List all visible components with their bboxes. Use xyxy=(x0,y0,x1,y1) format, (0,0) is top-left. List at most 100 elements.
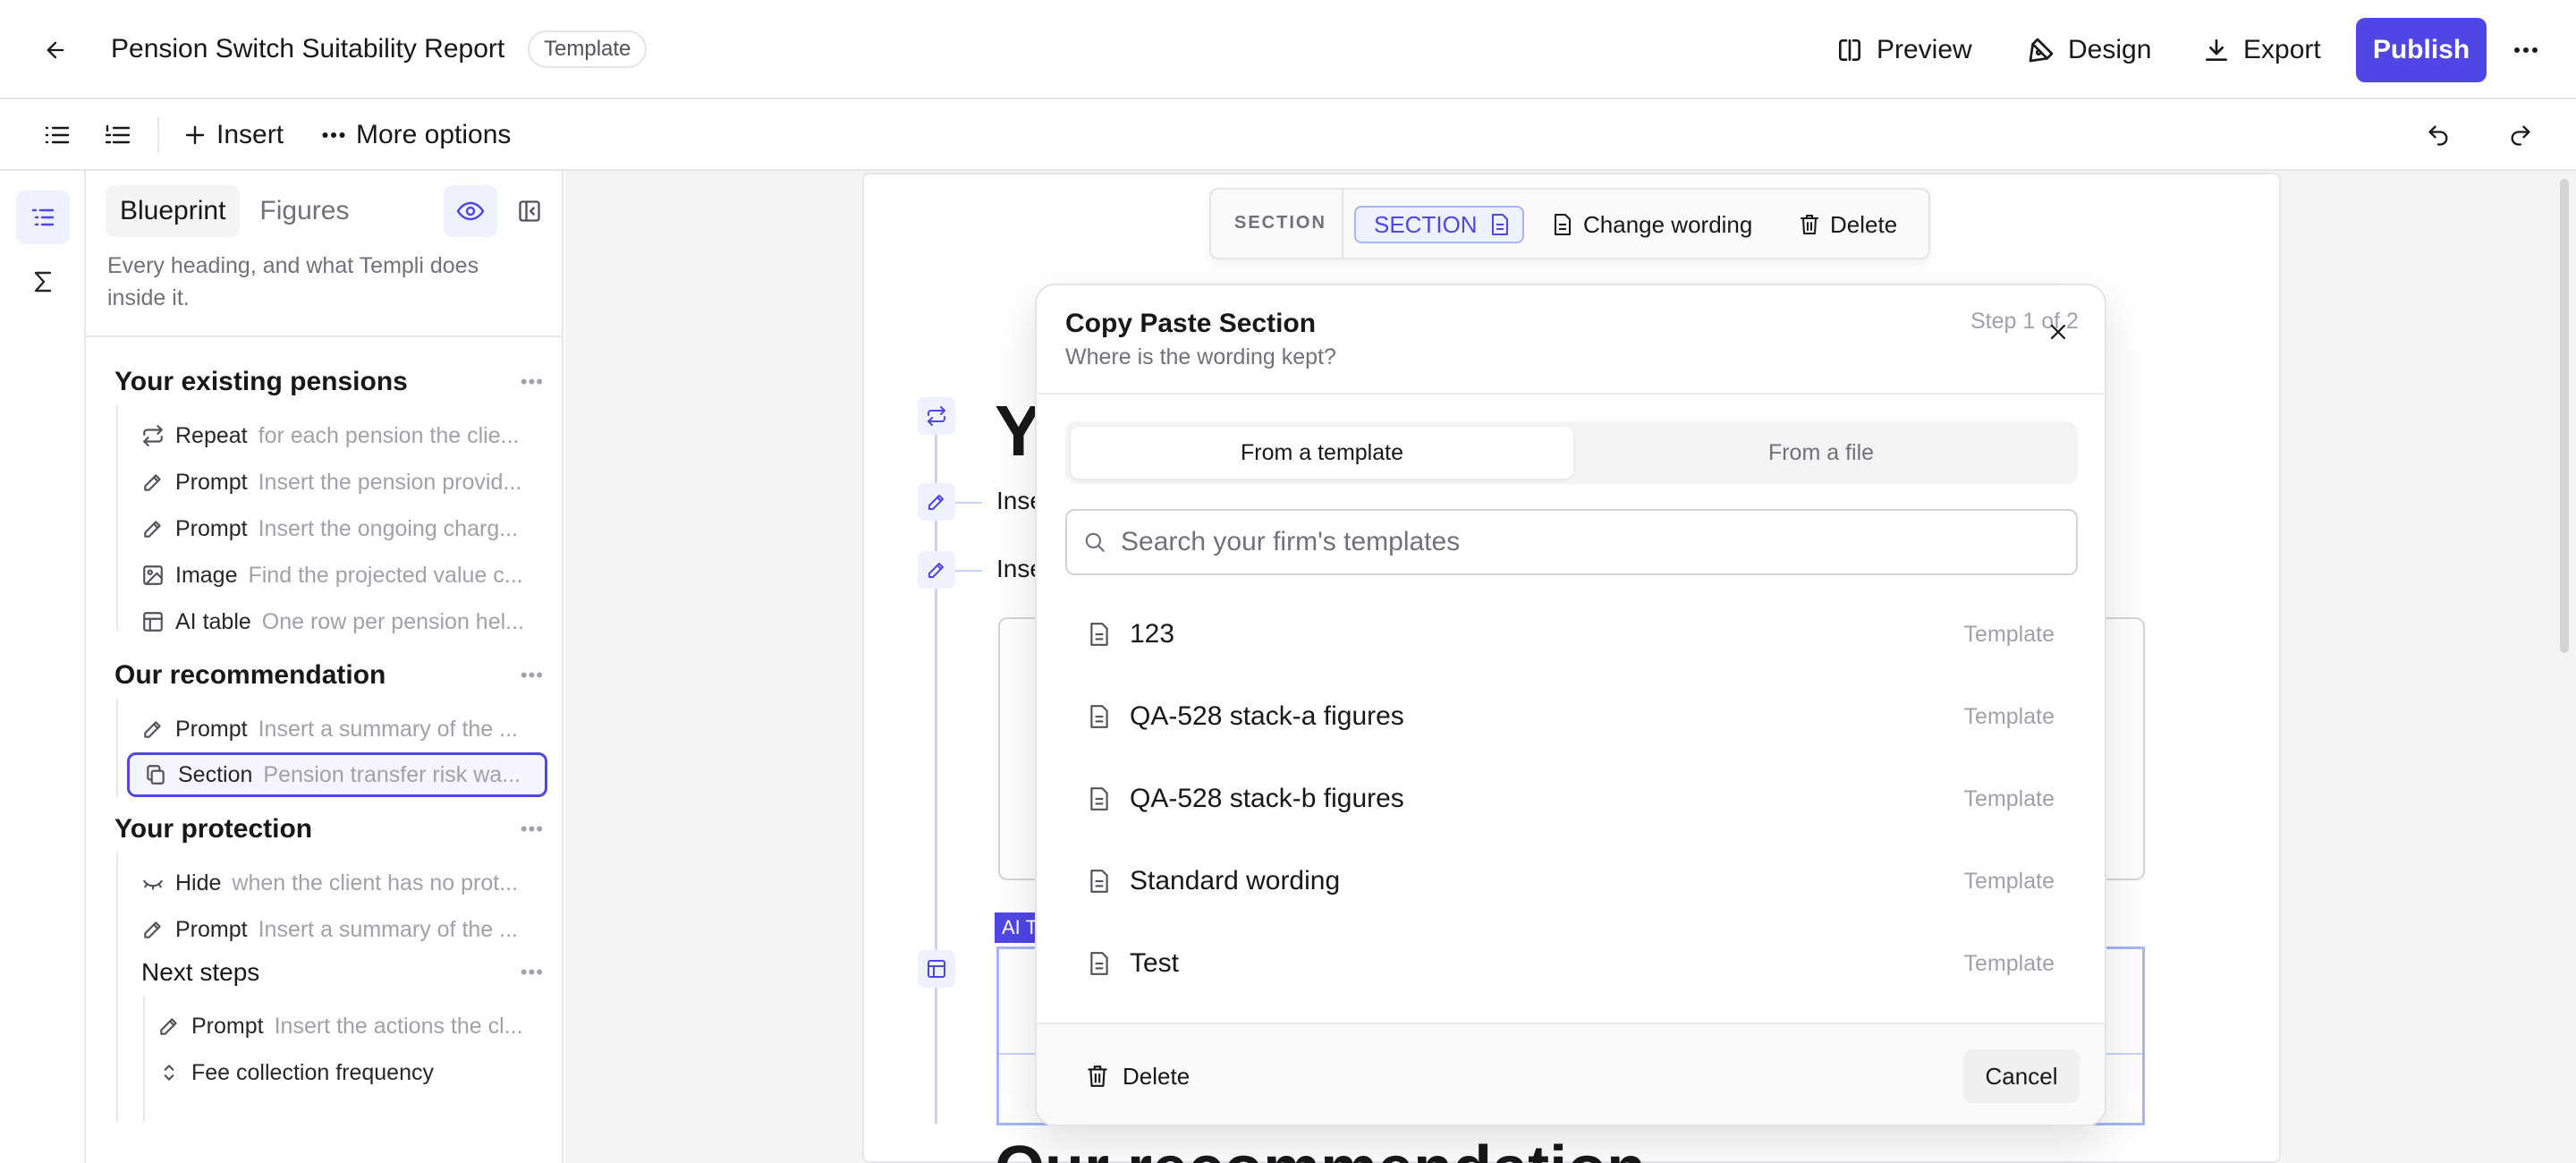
design-button[interactable]: Design xyxy=(2027,27,2151,73)
ordered-list-button[interactable] xyxy=(98,117,138,153)
template-list-item[interactable]: QA-528 stack-b figures Template xyxy=(1065,762,2078,836)
dialog-subtitle: Where is the wording kept? xyxy=(1065,344,1336,369)
header-more-button[interactable] xyxy=(2504,32,2547,68)
blueprint-item-prompt[interactable]: Prompt Insert the ongoing charg... xyxy=(141,507,544,550)
blueprint-item-prompt[interactable]: Prompt Insert a summary of the ... xyxy=(141,908,544,951)
template-kind: Template xyxy=(1963,621,2055,647)
preview-icon xyxy=(1839,39,1860,61)
back-button[interactable] xyxy=(36,32,75,68)
gutter-prompt-handle[interactable] xyxy=(918,483,955,521)
more-horizontal-icon xyxy=(322,132,345,138)
item-kind: Repeat xyxy=(175,422,248,448)
section-more-icon[interactable]: ••• xyxy=(521,664,544,687)
template-search-input[interactable] xyxy=(1121,527,2015,557)
blueprint-item-image[interactable]: Image Find the projected value c... xyxy=(141,554,544,597)
export-button[interactable]: Export xyxy=(2202,27,2321,73)
rail-outline-button[interactable] xyxy=(16,191,70,244)
rail-formulas-button[interactable] xyxy=(16,255,70,309)
template-list-item[interactable]: Standard wording Template xyxy=(1065,845,2078,918)
dialog-footer: Delete Cancel xyxy=(1037,1024,2105,1125)
blueprint-item-prompt[interactable]: Prompt Insert the actions the cl... xyxy=(157,1005,544,1048)
gutter-repeat-handle[interactable] xyxy=(918,397,955,435)
app-header: Pension Switch Suitability Report Templa… xyxy=(0,0,2576,99)
document-icon xyxy=(1491,214,1508,235)
template-list-item[interactable]: 123 Template xyxy=(1065,598,2078,671)
section-chip[interactable]: SECTION xyxy=(1354,206,1524,243)
template-list-item[interactable]: QA-528 stack-a figures Template xyxy=(1065,680,2078,753)
redo-button[interactable] xyxy=(2501,117,2540,153)
item-text: Pension transfer risk wa... xyxy=(263,761,521,787)
blueprint-panel: Blueprint Figures Every heading, and wha… xyxy=(86,171,564,1163)
tab-blueprint[interactable]: Blueprint xyxy=(106,185,241,237)
section-delete-button[interactable]: Delete xyxy=(1800,206,1897,243)
blueprint-item-ai-table[interactable]: AI table One row per pension hel... xyxy=(141,600,544,643)
blueprint-item-prompt[interactable]: Prompt Insert the pension provid... xyxy=(141,461,544,504)
template-list-item[interactable]: Test Template xyxy=(1065,927,2078,1000)
pencil-icon xyxy=(144,474,161,491)
dialog-delete-button[interactable]: Delete xyxy=(1087,1058,1190,1094)
section-title: Your protection xyxy=(114,814,313,844)
change-wording-label: Change wording xyxy=(1583,210,1753,238)
insert-button[interactable]: Insert xyxy=(184,115,284,155)
preview-label: Preview xyxy=(1877,35,1972,64)
dialog-close-button[interactable] xyxy=(2040,314,2076,350)
item-kind: Prompt xyxy=(175,469,248,495)
blueprint-section-existing-pensions[interactable]: Your existing pensions ••• xyxy=(114,362,562,402)
collapse-panel-button[interactable] xyxy=(506,185,553,237)
tab-from-file[interactable]: From a file xyxy=(1570,427,2072,479)
template-kind: Template xyxy=(1963,868,2055,894)
preview-button[interactable]: Preview xyxy=(1835,27,1972,73)
export-label: Export xyxy=(2243,35,2321,64)
document-icon xyxy=(1090,705,1108,728)
outline-icon xyxy=(31,208,55,226)
blueprint-item-hide[interactable]: Hide when the client has no prot... xyxy=(141,862,544,904)
blueprint-item-prompt[interactable]: Prompt Insert a summary of the ... xyxy=(141,708,544,751)
section-chip-label: SECTION xyxy=(1374,210,1478,238)
publish-button[interactable]: Publish xyxy=(2356,18,2487,82)
blueprint-item-section-selected[interactable]: Section Pension transfer risk wa... xyxy=(127,752,547,797)
toggle-visibility-button[interactable] xyxy=(444,185,497,237)
section-more-icon[interactable]: ••• xyxy=(521,818,544,841)
section-more-icon[interactable]: ••• xyxy=(521,370,544,394)
document-title: Pension Switch Suitability Report xyxy=(111,34,505,64)
item-text: Find the projected value c... xyxy=(248,562,523,588)
trash-icon xyxy=(1801,215,1818,234)
canvas-scrollbar[interactable] xyxy=(2560,179,2569,653)
repeat-icon xyxy=(928,406,945,426)
item-text: Insert a summary of the ... xyxy=(258,716,518,742)
document-heading[interactable]: Our recommendation xyxy=(995,1133,1646,1163)
gutter-table-handle[interactable] xyxy=(918,950,955,988)
tab-from-template[interactable]: From a template xyxy=(1071,427,1573,479)
section-more-icon[interactable]: ••• xyxy=(521,961,544,984)
blueprint-item-repeat[interactable]: Repeat for each pension the clie... xyxy=(141,414,544,457)
blueprint-section-our-recommendation[interactable]: Our recommendation ••• xyxy=(114,656,562,695)
left-rail xyxy=(0,171,86,1163)
section-block-toolbar: SECTION SECTION Change wording Delete xyxy=(1209,188,1930,259)
gutter-connector xyxy=(955,570,982,572)
bulleted-list-button[interactable] xyxy=(38,117,77,153)
plus-icon xyxy=(185,125,205,145)
blueprint-item-fee-collection[interactable]: Fee collection frequency xyxy=(157,1051,544,1094)
document-icon xyxy=(1090,952,1108,975)
item-kind: Fee collection frequency xyxy=(191,1059,434,1085)
panel-description: Every heading, and what Templi does insi… xyxy=(107,253,479,310)
copy-paste-section-dialog: Copy Paste Section Where is the wording … xyxy=(1035,284,2106,1126)
undo-button[interactable] xyxy=(2419,117,2458,153)
section-guide-line xyxy=(143,996,145,1121)
change-wording-button[interactable]: Change wording xyxy=(1553,206,1752,243)
item-kind: Section xyxy=(178,761,253,787)
more-options-button[interactable]: More options xyxy=(322,115,511,155)
dialog-cancel-button[interactable]: Cancel xyxy=(1963,1049,2080,1103)
close-icon xyxy=(2050,324,2066,340)
item-kind: Prompt xyxy=(191,1013,264,1039)
pencil-icon xyxy=(144,721,161,738)
item-text: for each pension the clie... xyxy=(258,422,520,448)
blueprint-section-next-steps[interactable]: Next steps ••• xyxy=(141,953,562,992)
pencil-icon xyxy=(144,921,161,938)
source-segmented-control: From a template From a file xyxy=(1065,421,2078,484)
blueprint-section-your-protection[interactable]: Your protection ••• xyxy=(114,810,562,849)
gutter-prompt-handle[interactable] xyxy=(918,551,955,589)
section-title: Our recommendation xyxy=(114,660,386,690)
tab-figures[interactable]: Figures xyxy=(245,185,363,237)
repeat-icon xyxy=(143,425,163,446)
